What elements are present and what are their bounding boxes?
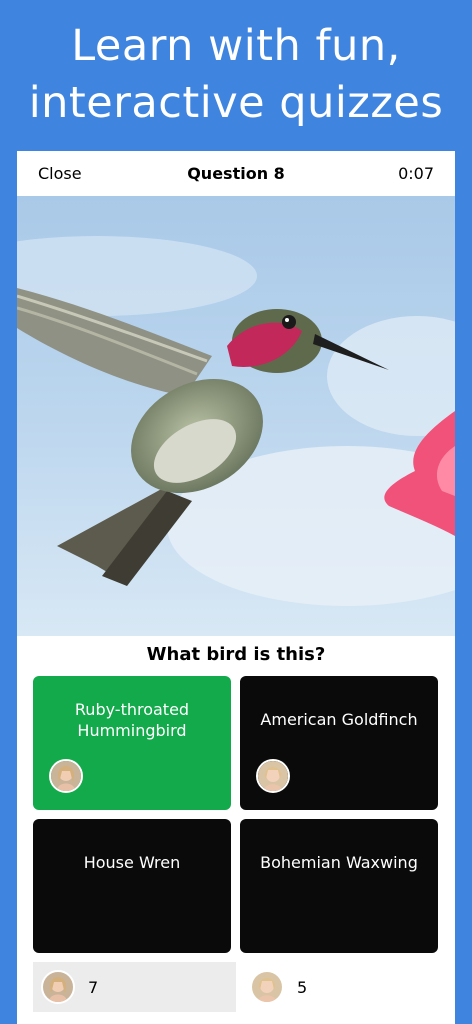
opponent-score-avatar (250, 970, 284, 1004)
answer-label: Bohemian Waxwing (260, 853, 418, 872)
opponent-score-value: 5 (297, 978, 308, 997)
close-button[interactable]: Close (38, 164, 82, 183)
player-avatar (49, 759, 83, 793)
answer-option-ruby-throated-hummingbird[interactable]: Ruby-throated Hummingbird (33, 676, 231, 810)
opponent-avatar (256, 759, 290, 793)
answer-label: Ruby-throated Hummingbird (43, 699, 221, 741)
countdown-timer: 0:07 (398, 164, 434, 183)
player-score: 7 (33, 962, 236, 1012)
opponent-score: 5 (242, 962, 442, 1012)
answer-option-american-goldfinch[interactable]: American Goldfinch (240, 676, 438, 810)
question-text: What bird is this? (146, 644, 326, 665)
bird-photo (17, 196, 455, 636)
quiz-screen: Question 8 Close 0:07 What bird is this?… (17, 151, 455, 1024)
answer-label: House Wren (83, 853, 181, 872)
quiz-top-bar: Question 8 Close 0:07 (17, 151, 455, 196)
answer-label-line-2: Hummingbird (77, 721, 187, 740)
headline-line-1: Learn with fun, (71, 21, 401, 71)
headline-line-2: interactive quizzes (28, 78, 444, 128)
player-score-avatar (41, 970, 75, 1004)
promo-headline: Learn with fun, interactive quizzes (0, 18, 472, 132)
answer-option-house-wren[interactable]: House Wren (33, 819, 231, 953)
player-score-value: 7 (88, 978, 99, 997)
answer-label: American Goldfinch (260, 710, 418, 729)
answer-label-line-1: Ruby-throated (74, 700, 190, 719)
answer-option-bohemian-waxwing[interactable]: Bohemian Waxwing (240, 819, 438, 953)
question-number-title: Question 8 (187, 164, 285, 183)
